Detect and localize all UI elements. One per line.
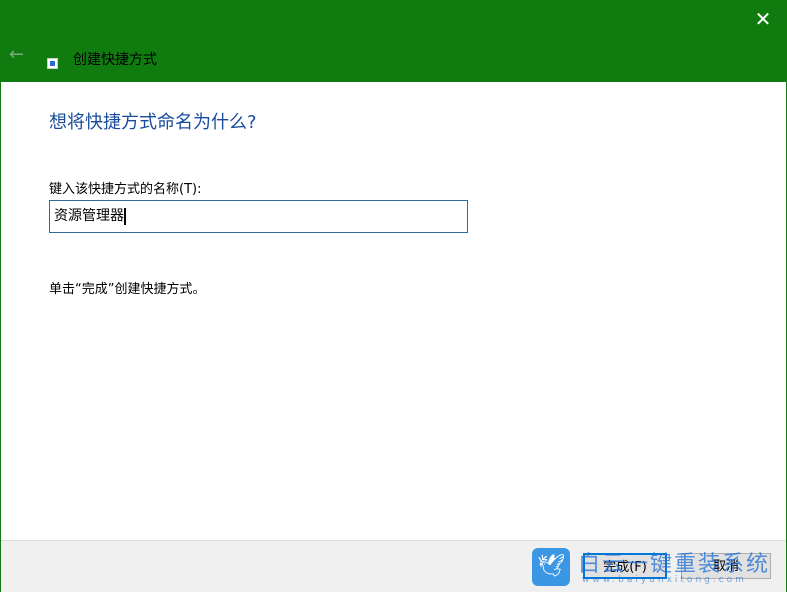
title-bar: ✕ ← 创建快捷方式 (1, 0, 786, 82)
window-title: 创建快捷方式 (73, 52, 157, 68)
page-heading: 想将快捷方式命名为什么? (49, 112, 257, 133)
content-area: 想将快捷方式命名为什么? 键入该快捷方式的名称(T): 资源管理器 单击“完成”… (1, 82, 786, 540)
shortcut-name-value: 资源管理器 (54, 208, 124, 224)
back-button[interactable]: ← (9, 44, 24, 65)
create-shortcut-window: ✕ ← 创建快捷方式 想将快捷方式命名为什么? 键入该快捷方式的名称(T): 资… (1, 0, 786, 592)
finish-hint: 单击“完成”创建快捷方式。 (49, 282, 206, 297)
footer: 完成(F) 取消 (1, 540, 786, 592)
shortcut-name-input[interactable]: 资源管理器 (49, 200, 468, 233)
cancel-button[interactable]: 取消 (681, 553, 771, 579)
text-caret (124, 207, 126, 225)
shortcut-icon (47, 58, 58, 69)
name-label: 键入该快捷方式的名称(T): (49, 182, 202, 197)
close-button[interactable]: ✕ (748, 6, 778, 32)
finish-button[interactable]: 完成(F) (583, 553, 667, 579)
